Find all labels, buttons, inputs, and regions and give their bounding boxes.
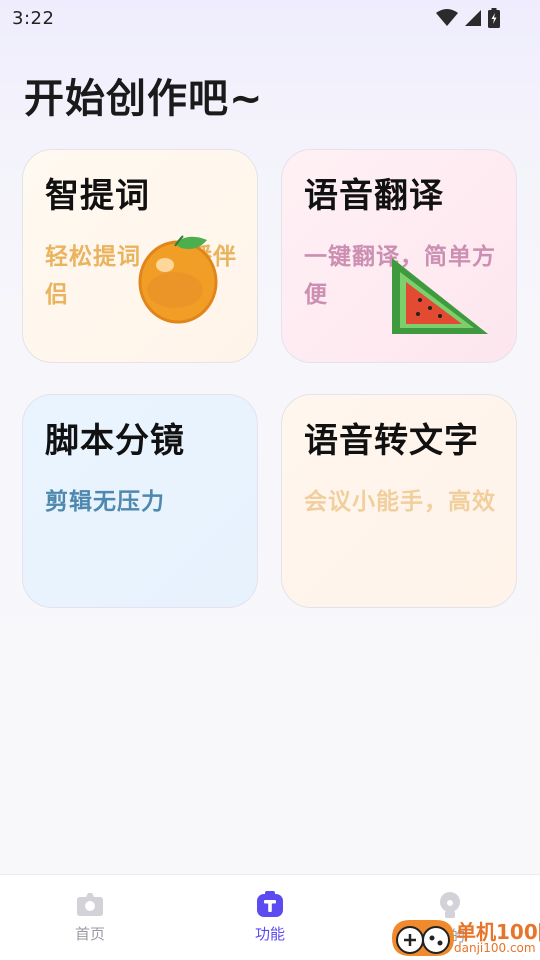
card-subtitle: 剪辑无压力 [45,489,165,515]
status-icons [436,8,500,28]
tab-label: 首页 [74,925,105,943]
tools-icon [257,891,283,917]
watermark-logo-icon [392,920,454,956]
translate-card[interactable]: 语音翻译 一键翻译，简单方便 [281,149,517,363]
page-title: 开始创作吧~ [24,76,264,122]
watermelon-icon [392,258,488,334]
card-title: 语音转文字 [304,421,479,461]
card-subtitle: 会议小能手，高效 [304,489,496,515]
cellular-signal-icon [465,10,481,26]
status-time: 3:22 [12,7,55,29]
card-title: 智提词 [45,176,150,216]
tab-label: 功能 [254,925,285,943]
orange-icon [138,235,218,324]
site-watermark: 单机100网 danji100.com [388,914,540,960]
status-bar: 3:22 [0,0,540,36]
home-icon [77,893,103,916]
card-title: 语音翻译 [304,176,444,216]
tab-home[interactable]: 首页 [0,875,180,960]
script-storyboard-card[interactable]: 脚本分镜 剪辑无压力 [22,394,258,608]
wifi-icon [436,9,458,26]
prompter-card[interactable]: 智提词 轻松提词，直播伴侣 [22,149,258,363]
speech-to-text-card[interactable]: 语音转文字 会议小能手，高效 [281,394,517,608]
battery-icon [488,8,500,28]
card-title: 脚本分镜 [45,421,185,461]
tab-features[interactable]: 功能 [180,875,360,960]
watermark-url: danji100.com [454,941,536,955]
